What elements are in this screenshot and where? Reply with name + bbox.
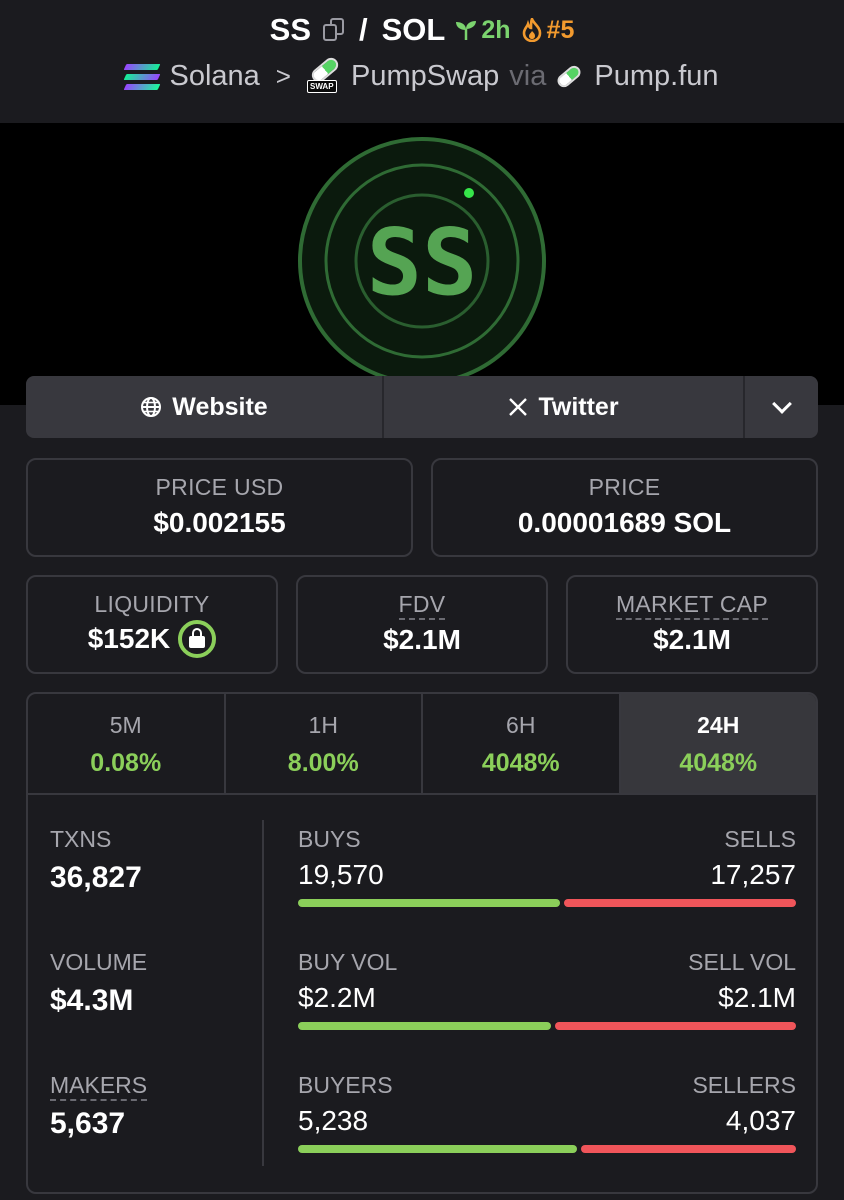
market-cap-label[interactable]: MARKET CAP [615, 591, 769, 620]
breadcrumb: Solana > SWAP PumpSwap via Pump.fun [0, 54, 844, 93]
buy-vol-value: $2.2M [298, 982, 376, 1013]
globe-icon [141, 397, 162, 417]
chain-link[interactable]: Solana [169, 60, 259, 93]
token-logo: SS [298, 137, 546, 385]
base-symbol: SS [269, 12, 311, 47]
trending-rank: #5 [521, 15, 575, 45]
liquidity-card: LIQUIDITY $152K [26, 575, 278, 674]
twitter-button[interactable]: Twitter [384, 376, 745, 438]
liquidity-label: LIQUIDITY [94, 591, 210, 617]
pumpfun-icon [555, 63, 584, 90]
price-usd-label: PRICE USD [155, 474, 284, 500]
chevron-right-icon: > [275, 61, 291, 91]
token-banner: SS [0, 123, 844, 405]
volume-stat: VOLUME $4.3M [50, 949, 147, 1018]
twitter-label: Twitter [538, 392, 619, 421]
launchpad-link[interactable]: Pump.fun [594, 60, 718, 93]
tab-change: 0.08% [90, 749, 162, 777]
sell-segment [581, 1145, 796, 1153]
stats-panel: 5M 0.08% 1H 8.00% 6H 4048% 24H 4048% TXN… [26, 692, 818, 1194]
lock-icon[interactable] [178, 620, 217, 658]
pair-age-value: 2h [481, 15, 511, 44]
volume-split-bar [298, 1022, 796, 1030]
website-button[interactable]: Website [26, 376, 384, 438]
makers-value: 5,637 [50, 1107, 126, 1140]
price-usd-value: $0.002155 [153, 507, 286, 538]
tab-change: 4048% [679, 749, 758, 777]
flame-icon [522, 18, 541, 42]
market-cap-card: MARKET CAP $2.1M [566, 575, 818, 674]
tab-label: 5M [109, 712, 142, 738]
makers-stat: MAKERS 5,637 [50, 1072, 148, 1141]
liquidity-value-row: $152K [28, 620, 276, 658]
buys-label: BUYS [298, 826, 361, 852]
sell-vol-value: $2.1M [718, 982, 796, 1013]
price-sol-card: PRICE 0.00001689 SOL [431, 458, 818, 557]
tab-1h[interactable]: 1H 8.00% [226, 694, 423, 793]
volume-label: VOLUME [50, 949, 148, 975]
x-icon [509, 398, 528, 416]
pair-age: 2h [455, 15, 511, 45]
sells-value: 17,257 [710, 859, 796, 890]
buys-sells-row: BUYS SELLS 19,570 17,257 [298, 826, 796, 907]
buy-segment [298, 1022, 551, 1030]
via-label: via [509, 60, 547, 92]
price-usd-card: PRICE USD $0.002155 [26, 458, 413, 557]
volume-split-row: BUY VOL SELL VOL $2.2M $2.1M [298, 949, 796, 1030]
buyers-value: 5,238 [298, 1105, 369, 1136]
tab-change: 8.00% [287, 749, 359, 777]
pumpswap-icon: SWAP [306, 54, 341, 93]
liquidity-value: $152K [87, 623, 171, 654]
sellers-value: 4,037 [725, 1105, 796, 1136]
tab-24h[interactable]: 24H 4048% [620, 694, 816, 793]
txns-value: 36,827 [50, 861, 142, 894]
tab-label: 24H [697, 712, 740, 738]
txns-label: TXNS [50, 826, 112, 852]
buy-segment [298, 1145, 577, 1153]
buy-segment [298, 899, 560, 907]
sprout-icon [456, 21, 477, 40]
column-divider [262, 820, 264, 1166]
buyers-sellers-row: BUYERS SELLERS 5,238 4,037 [298, 1072, 796, 1153]
buyers-sellers-bar [298, 1145, 796, 1153]
buy-vol-label: BUY VOL [298, 949, 398, 975]
market-cap-value: $2.1M [653, 624, 731, 655]
sell-segment [564, 899, 796, 907]
tab-6h[interactable]: 6H 4048% [423, 694, 621, 793]
price-sol-value: 0.00001689 SOL [517, 507, 732, 538]
timeframe-tabs: 5M 0.08% 1H 8.00% 6H 4048% 24H 4048% [28, 694, 816, 795]
sellers-label: SELLERS [692, 1072, 796, 1098]
pair-header: SS / SOL 2h #5 Solana > SWAP PumpSwap vi… [0, 0, 844, 123]
pair-separator: / [359, 12, 368, 47]
sells-label: SELLS [724, 826, 796, 852]
sell-vol-label: SELL VOL [688, 949, 796, 975]
chevron-down-icon [771, 394, 792, 414]
token-logo-text: SS [367, 209, 478, 316]
txns-stat: TXNS 36,827 [50, 826, 142, 895]
trending-rank-value: #5 [546, 15, 575, 44]
swap-tag: SWAP [306, 79, 337, 93]
solana-icon [124, 63, 161, 90]
more-links-button[interactable] [745, 376, 818, 438]
copy-icon[interactable] [323, 18, 345, 42]
buys-sells-bar [298, 899, 796, 907]
price-sol-label: PRICE [588, 474, 661, 500]
volume-value: $4.3M [50, 984, 134, 1017]
sell-segment [555, 1022, 796, 1030]
tab-5m[interactable]: 5M 0.08% [28, 694, 226, 793]
fdv-value: $2.1M [383, 624, 461, 655]
fdv-card: FDV $2.1M [296, 575, 548, 674]
fdv-label[interactable]: FDV [398, 591, 446, 620]
quote-symbol: SOL [381, 12, 446, 47]
tab-label: 1H [308, 712, 338, 738]
buyers-label: BUYERS [298, 1072, 393, 1098]
tab-change: 4048% [481, 749, 560, 777]
makers-label[interactable]: MAKERS [50, 1072, 148, 1101]
social-links: Website Twitter [26, 376, 818, 438]
pair-title: SS / SOL 2h #5 [0, 12, 844, 48]
website-label: Website [172, 392, 268, 421]
tab-label: 6H [506, 712, 536, 738]
dex-link[interactable]: PumpSwap [351, 60, 499, 93]
buys-value: 19,570 [298, 859, 384, 890]
